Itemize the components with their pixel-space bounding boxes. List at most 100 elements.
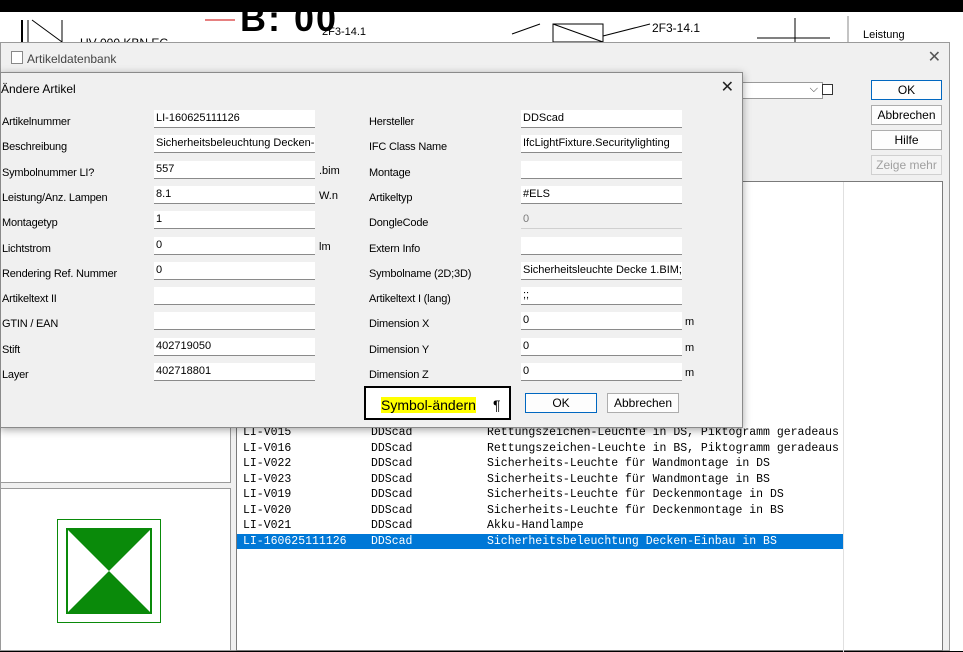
field-input[interactable]: 0 bbox=[154, 261, 315, 280]
field-input[interactable]: 402718801 bbox=[154, 363, 315, 381]
dialog-title-text: Artikeldatenbank bbox=[27, 52, 117, 66]
cad-label: Leistung bbox=[863, 29, 905, 41]
edit-ok-button[interactable]: OK bbox=[525, 393, 597, 413]
field-label: Montagetyp bbox=[2, 217, 58, 230]
field-label: Hersteller bbox=[369, 116, 415, 128]
list-cell-desc: Sicherheits-Leuchte für Wandmontage in B… bbox=[487, 472, 770, 486]
field-input[interactable]: DDScad bbox=[521, 110, 682, 128]
field-unit: m bbox=[685, 367, 695, 379]
symbol-change-button[interactable]: Symbol-ändern ¶ bbox=[364, 386, 511, 420]
info-panel bbox=[0, 426, 231, 483]
field-label: Symbolnummer LI? bbox=[2, 166, 95, 179]
field-label: Dimension Z bbox=[369, 369, 429, 381]
field-label: Beschreibung bbox=[2, 141, 67, 154]
list-cell-desc: Sicherheitsbeleuchtung Decken-Einbau in … bbox=[487, 534, 777, 548]
dialog-title: Artikeldatenbank bbox=[11, 51, 116, 66]
field-input[interactable] bbox=[154, 287, 315, 306]
field-input[interactable]: 0 bbox=[154, 236, 315, 255]
list-item[interactable]: LI-160625111126 DDScad Sicherheitsbeleucht… bbox=[237, 533, 843, 549]
list-cell-desc: Sicherheits-Leuchte für Deckenmontage in… bbox=[487, 488, 784, 501]
field-label: DongleCode bbox=[369, 217, 429, 230]
list-item[interactable]: LI-V023 DDScad Sicherheits-Leuchte für Wan… bbox=[237, 472, 843, 487]
field-label: Artikeltyp bbox=[369, 191, 413, 204]
list-cell-maker: DDScad bbox=[371, 519, 413, 532]
list-cell-id: LI-160625111126 bbox=[243, 534, 347, 548]
edit-cancel-button[interactable]: Abbrechen bbox=[607, 393, 679, 413]
list-cell-desc: Sicherheits-Leuchte für Wandmontage in D… bbox=[487, 457, 770, 470]
dialog-title: Ändere Artikel bbox=[1, 82, 76, 96]
ok-button[interactable]: OK bbox=[871, 80, 942, 100]
list-cell-desc: Sicherheits-Leuchte für Deckenmontage in… bbox=[487, 503, 784, 517]
list-cell-id: LI-V020 bbox=[243, 503, 292, 517]
field-input[interactable] bbox=[521, 160, 682, 179]
list-cell-maker: DDScad bbox=[371, 503, 413, 517]
list-item[interactable]: LI-V016 DDScad Rettungszeichen-Leuchte in … bbox=[237, 441, 843, 456]
field-label: IFC Class Name bbox=[369, 141, 447, 154]
symbol-preview bbox=[57, 519, 161, 623]
cancel-button[interactable]: Abbrechen bbox=[871, 105, 942, 125]
field-unit: W.n bbox=[319, 189, 338, 202]
list-cell-maker: DDScad bbox=[371, 472, 413, 486]
field-input[interactable]: 1 bbox=[154, 211, 315, 230]
filter-dropdown[interactable]: ⌵ bbox=[735, 82, 823, 99]
cad-label: B: 00 bbox=[240, 0, 339, 39]
field-input[interactable] bbox=[521, 236, 682, 255]
field-label: Dimension X bbox=[369, 318, 430, 331]
field-input[interactable]: 0 bbox=[521, 312, 682, 331]
list-cell-desc: Akku-Handlampe bbox=[487, 519, 584, 532]
field-unit: m bbox=[685, 316, 695, 329]
cad-label: 2F3-14.1 bbox=[652, 21, 701, 35]
list-item[interactable]: LI-V020 DDScad Sicherheits-Leuchte für Dec… bbox=[237, 503, 843, 518]
field-input[interactable]: 402719050 bbox=[154, 337, 315, 356]
list-item[interactable]: LI-V021 DDScad Akku-Handlampe bbox=[237, 518, 843, 533]
field-unit: m bbox=[685, 341, 695, 354]
show-more-button[interactable]: Zeige mehr bbox=[871, 155, 942, 175]
field-input[interactable]: LI-160625111126 bbox=[154, 110, 315, 128]
list-cell-id: LI-V021 bbox=[243, 519, 292, 532]
field-unit: lm bbox=[319, 240, 331, 253]
close-icon[interactable]: ✕ bbox=[721, 77, 734, 97]
list-cell-id: LI-V022 bbox=[243, 457, 292, 470]
field-input[interactable]: Sicherheitsbeleuchtung Decken-E bbox=[154, 135, 315, 154]
field-input[interactable]: 0 bbox=[521, 363, 682, 381]
field-input[interactable]: #ELS bbox=[521, 185, 682, 204]
field-label: Extern Info bbox=[369, 242, 420, 255]
list-cell-maker: DDScad bbox=[371, 534, 413, 548]
close-icon[interactable]: ✕ bbox=[928, 47, 941, 67]
list-item[interactable]: LI-V019 DDScad Sicherheits-Leuchte für Dec… bbox=[237, 487, 843, 502]
field-label: GTIN / EAN bbox=[2, 318, 59, 331]
chevron-down-icon: ⌵ bbox=[809, 83, 818, 95]
field-label: Artikelnummer bbox=[2, 116, 71, 128]
field-unit: .bim bbox=[319, 164, 340, 177]
field-input[interactable] bbox=[154, 312, 315, 331]
field-input[interactable]: 0 bbox=[521, 337, 682, 356]
edit-article-dialog: Ändere Artikel ✕ Artikelnummer LI-1606251… bbox=[0, 72, 743, 428]
field-input[interactable]: 8.1 bbox=[154, 185, 315, 204]
field-label: Layer bbox=[2, 369, 29, 381]
field-label: Symbolname (2D;3D) bbox=[369, 267, 472, 280]
list-cell-desc: Rettungszeichen-Leuchte in BS, Piktogram… bbox=[487, 441, 839, 455]
field-label: Leistung/Anz. Lampen bbox=[2, 191, 108, 204]
list-cell-id: LI-V019 bbox=[243, 488, 292, 501]
field-label: Artikeltext I (lang) bbox=[369, 293, 451, 306]
field-input[interactable]: ;; bbox=[521, 287, 682, 306]
field-input[interactable]: IfcLightFixture.Securitylighting bbox=[521, 135, 682, 154]
help-button[interactable]: Hilfe bbox=[871, 130, 942, 150]
list-cell-id: LI-V016 bbox=[243, 441, 292, 455]
list-divider bbox=[843, 182, 844, 652]
field-label: Lichtstrom bbox=[2, 242, 51, 255]
list-cell-maker: DDScad bbox=[371, 457, 413, 470]
field-input[interactable]: 0 bbox=[521, 211, 682, 230]
field-label: Stift bbox=[2, 343, 20, 356]
list-cell-maker: DDScad bbox=[371, 488, 413, 501]
list-cell-maker: DDScad bbox=[371, 441, 413, 455]
list-item[interactable]: LI-V022 DDScad Sicherheits-Leuchte für Wan… bbox=[237, 456, 843, 471]
field-input[interactable]: 557 bbox=[154, 160, 315, 179]
symbol-change-label: Symbol-ändern bbox=[381, 397, 476, 413]
field-label: Artikeltext II bbox=[2, 293, 57, 306]
field-input[interactable]: Sicherheitsleuchte Decke 1.BIM; S bbox=[521, 261, 682, 280]
field-label: Dimension Y bbox=[369, 343, 429, 356]
list-cell-id: LI-V023 bbox=[243, 472, 292, 486]
filter-checkbox[interactable] bbox=[822, 84, 833, 95]
pilcrow-mark: ¶ bbox=[493, 397, 501, 413]
